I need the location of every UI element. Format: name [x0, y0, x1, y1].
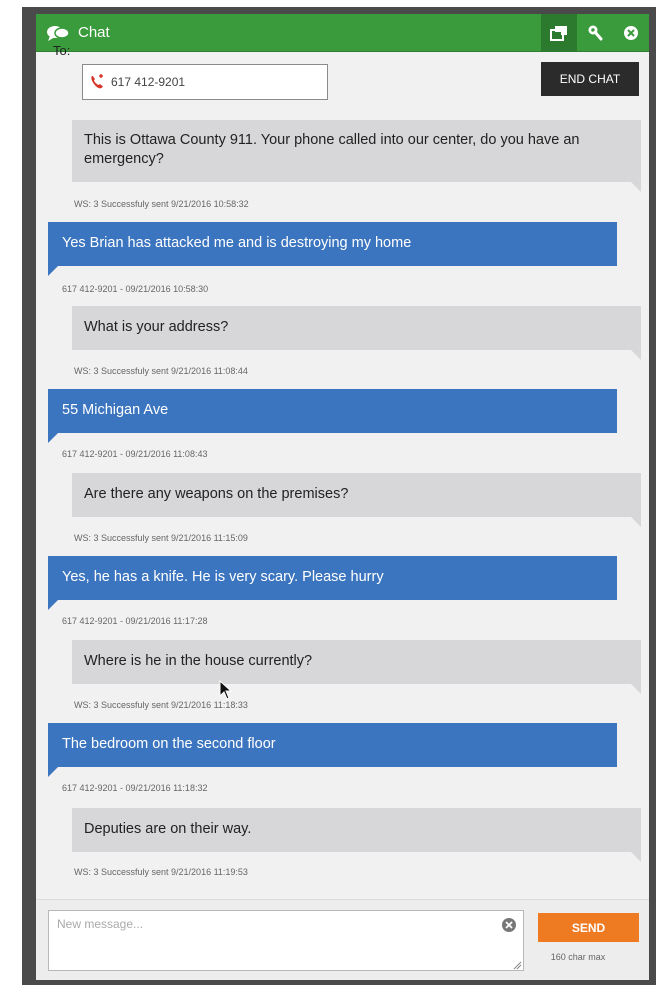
message-meta: 617 412-9201 - 09/21/2016 10:58:30 — [62, 284, 209, 294]
message-input[interactable] — [48, 910, 524, 971]
message-text: 55 Michigan Ave — [62, 402, 169, 418]
char-limit-hint: 160 char max — [550, 952, 606, 962]
message-meta: WS: 3 Successfuly sent 9/21/2016 11:08:4… — [74, 366, 248, 376]
clear-input-icon[interactable] — [501, 917, 517, 933]
incoming-message: Yes Brian has attacked me and is destroy… — [48, 222, 617, 276]
message-text: Deputies are on their way. — [84, 821, 252, 837]
recipient-number: 617 412-9201 — [111, 75, 186, 89]
message-meta: WS: 3 Successfuly sent 9/21/2016 10:58:3… — [74, 199, 249, 209]
phone-icon — [91, 74, 103, 89]
message-text: Yes Brian has attacked me and is destroy… — [62, 235, 412, 251]
message-meta: WS: 3 Successfuly sent 9/21/2016 11:18:3… — [74, 700, 248, 710]
outgoing-message: Deputies are on their way. — [72, 808, 641, 862]
incoming-message: Yes, he has a knife. He is very scary. P… — [48, 556, 617, 610]
message-text: Yes, he has a knife. He is very scary. P… — [62, 569, 384, 585]
close-icon — [624, 26, 638, 40]
message-meta: 617 412-9201 - 09/21/2016 11:08:43 — [62, 449, 208, 459]
outgoing-message: Where is he in the house currently? — [72, 640, 641, 694]
incoming-message: The bedroom on the second floor — [48, 723, 617, 777]
mouse-pointer-icon — [219, 680, 233, 700]
chat-window: Chat To: 617 412-9201 END CHAT This is O… — [36, 14, 649, 980]
settings-button[interactable] — [577, 14, 613, 52]
message-meta: WS: 3 Successfuly sent 9/21/2016 11:15:0… — [74, 533, 248, 543]
recipient-field[interactable]: 617 412-9201 — [82, 64, 328, 100]
message-meta: 617 412-9201 - 09/21/2016 11:17:28 — [62, 616, 208, 626]
wrench-icon — [588, 25, 603, 41]
message-text: Where is he in the house currently? — [84, 653, 313, 669]
outgoing-message: This is Ottawa County 911. Your phone ca… — [72, 120, 641, 192]
to-label: To: — [53, 43, 71, 58]
message-meta: 617 412-9201 - 09/21/2016 11:18:32 — [62, 783, 208, 793]
window-title: Chat — [78, 24, 110, 41]
resize-handle-icon[interactable] — [512, 960, 522, 970]
close-button[interactable] — [613, 14, 649, 52]
message-text: What is your address? — [84, 319, 229, 335]
title-bar: Chat — [36, 14, 649, 52]
chat-icon — [47, 26, 70, 41]
outgoing-message: What is your address? — [72, 306, 641, 360]
message-meta: WS: 3 Successfuly sent 9/21/2016 11:19:5… — [74, 867, 248, 877]
message-text: Are there any weapons on the premises? — [84, 486, 349, 502]
message-text: This is Ottawa County 911. Your phone ca… — [84, 132, 580, 167]
outgoing-message: Are there any weapons on the premises? — [72, 473, 641, 527]
end-chat-button[interactable]: END CHAT — [541, 62, 639, 96]
send-button[interactable]: SEND — [538, 913, 639, 942]
incoming-message: 55 Michigan Ave — [48, 389, 617, 443]
transfer-icon — [550, 26, 567, 41]
transfer-button[interactable] — [541, 14, 577, 52]
message-text: The bedroom on the second floor — [62, 736, 276, 752]
